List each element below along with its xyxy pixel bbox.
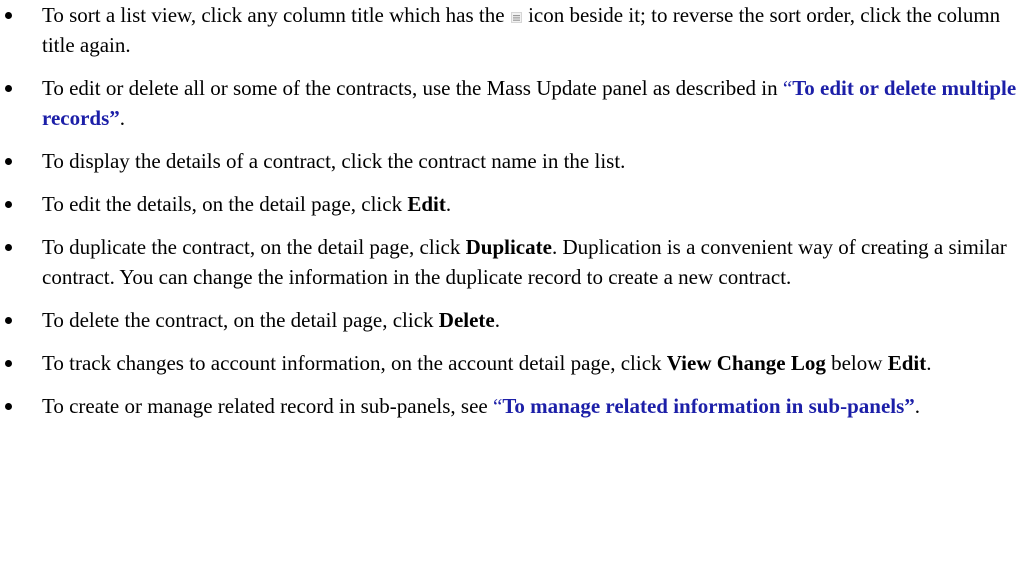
item-text: To edit the details, on the detail page,… [42, 192, 403, 216]
link-manage-related-information[interactable]: To manage related information in sub-pan… [502, 394, 914, 418]
item-text: To duplicate the contract, on the detail… [42, 235, 461, 259]
list-item-subpanels: To create or manage related record in su… [0, 391, 1017, 421]
duplicate-command: Duplicate [465, 235, 552, 259]
edit-command: Edit [407, 192, 446, 216]
list-item-delete: To delete the contract, on the detail pa… [0, 305, 1017, 335]
bullet-list: To sort a list view, click any column ti… [0, 0, 1017, 421]
bullet-dot [5, 85, 12, 92]
document-page: To sort a list view, click any column ti… [0, 0, 1017, 577]
item-text: To display the details of a contract, cl… [42, 149, 626, 173]
view-change-log-command: View Change Log [666, 351, 826, 375]
sort-icon [510, 1, 522, 23]
item-text: To create or manage related record in su… [42, 394, 488, 418]
bullet-dot [5, 201, 12, 208]
list-item-mass-update: To edit or delete all or some of the con… [0, 73, 1017, 133]
bullet-dot [5, 317, 12, 324]
item-text: . [119, 106, 126, 130]
item-text: To delete the contract, on the detail pa… [42, 308, 434, 332]
item-text: To sort a list view, click any column ti… [42, 3, 505, 27]
edit-command: Edit [887, 351, 927, 375]
delete-command: Delete [438, 308, 495, 332]
list-item-sort: To sort a list view, click any column ti… [0, 0, 1017, 60]
list-item-duplicate: To duplicate the contract, on the detail… [0, 232, 1017, 292]
list-item-edit-details: To edit the details, on the detail page,… [0, 189, 1017, 219]
bullet-dot [5, 360, 12, 367]
list-item-display-details: To display the details of a contract, cl… [0, 146, 1017, 176]
bullet-dot [5, 244, 12, 251]
item-text: . [914, 394, 921, 418]
item-text: . [445, 192, 452, 216]
item-text: below [831, 351, 883, 375]
item-text: To edit or delete all or some of the con… [42, 76, 778, 100]
item-text: To track changes to account information,… [42, 351, 662, 375]
bullet-dot [5, 12, 12, 19]
bullet-dot [5, 158, 12, 165]
bullet-dot [5, 403, 12, 410]
open-quote: “ [782, 76, 793, 100]
item-text: . [926, 351, 932, 375]
item-text: . [494, 308, 500, 332]
list-item-change-log: To track changes to account information,… [0, 348, 1017, 378]
open-quote: “ [492, 394, 503, 418]
